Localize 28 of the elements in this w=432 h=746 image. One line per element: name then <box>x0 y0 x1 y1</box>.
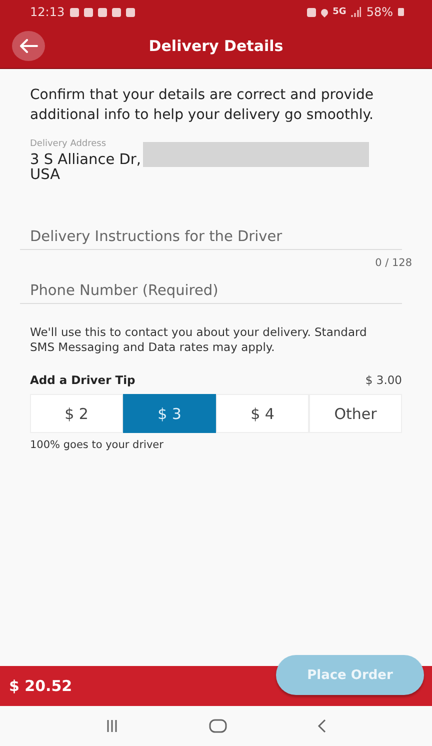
back-icon[interactable] <box>317 719 327 733</box>
intro-text: Confirm that your details are correct and provide additional info to help your delivery go smoothly. <box>30 86 374 124</box>
tip-option[interactable]: $ 4 <box>216 394 309 433</box>
recent-apps-icon[interactable] <box>105 719 119 733</box>
back-arrow-icon <box>20 39 38 53</box>
input-field[interactable]: Phone Number (Required) <box>20 283 402 304</box>
tip-amount: $ 3.00 <box>365 373 402 387</box>
network-type: 5G <box>332 7 346 17</box>
address-line: 3 S Alliance Dr, <box>30 153 141 168</box>
battery-icon <box>398 8 404 16</box>
tip-note: 100% goes to your driver <box>30 439 164 451</box>
back-button[interactable] <box>12 31 45 61</box>
field-label: Delivery Address <box>30 139 108 149</box>
order-total: $ 20.52 <box>9 677 72 695</box>
info-text: We'll use this to contact you about your delivery. Standard SMS Messaging and Data rates may apply. <box>30 325 368 355</box>
character-counter: 0 / 128 <box>374 257 412 269</box>
address-line: USA <box>30 168 60 183</box>
clock: 12:13 <box>30 5 65 19</box>
tip-option[interactable]: $ 2 <box>30 394 123 433</box>
section-title: Add a Driver Tip <box>30 373 136 387</box>
screen-title: Delivery Details <box>148 37 284 55</box>
tip-option[interactable]: $ 3 <box>123 394 216 433</box>
battery-level: 58% <box>366 5 393 19</box>
home-icon[interactable] <box>209 719 227 733</box>
location-icon <box>319 7 330 17</box>
tip-option[interactable]: Other <box>309 394 402 433</box>
input-field[interactable]: Delivery Instructions for the Driver <box>20 229 402 250</box>
signal-icon <box>351 7 362 17</box>
